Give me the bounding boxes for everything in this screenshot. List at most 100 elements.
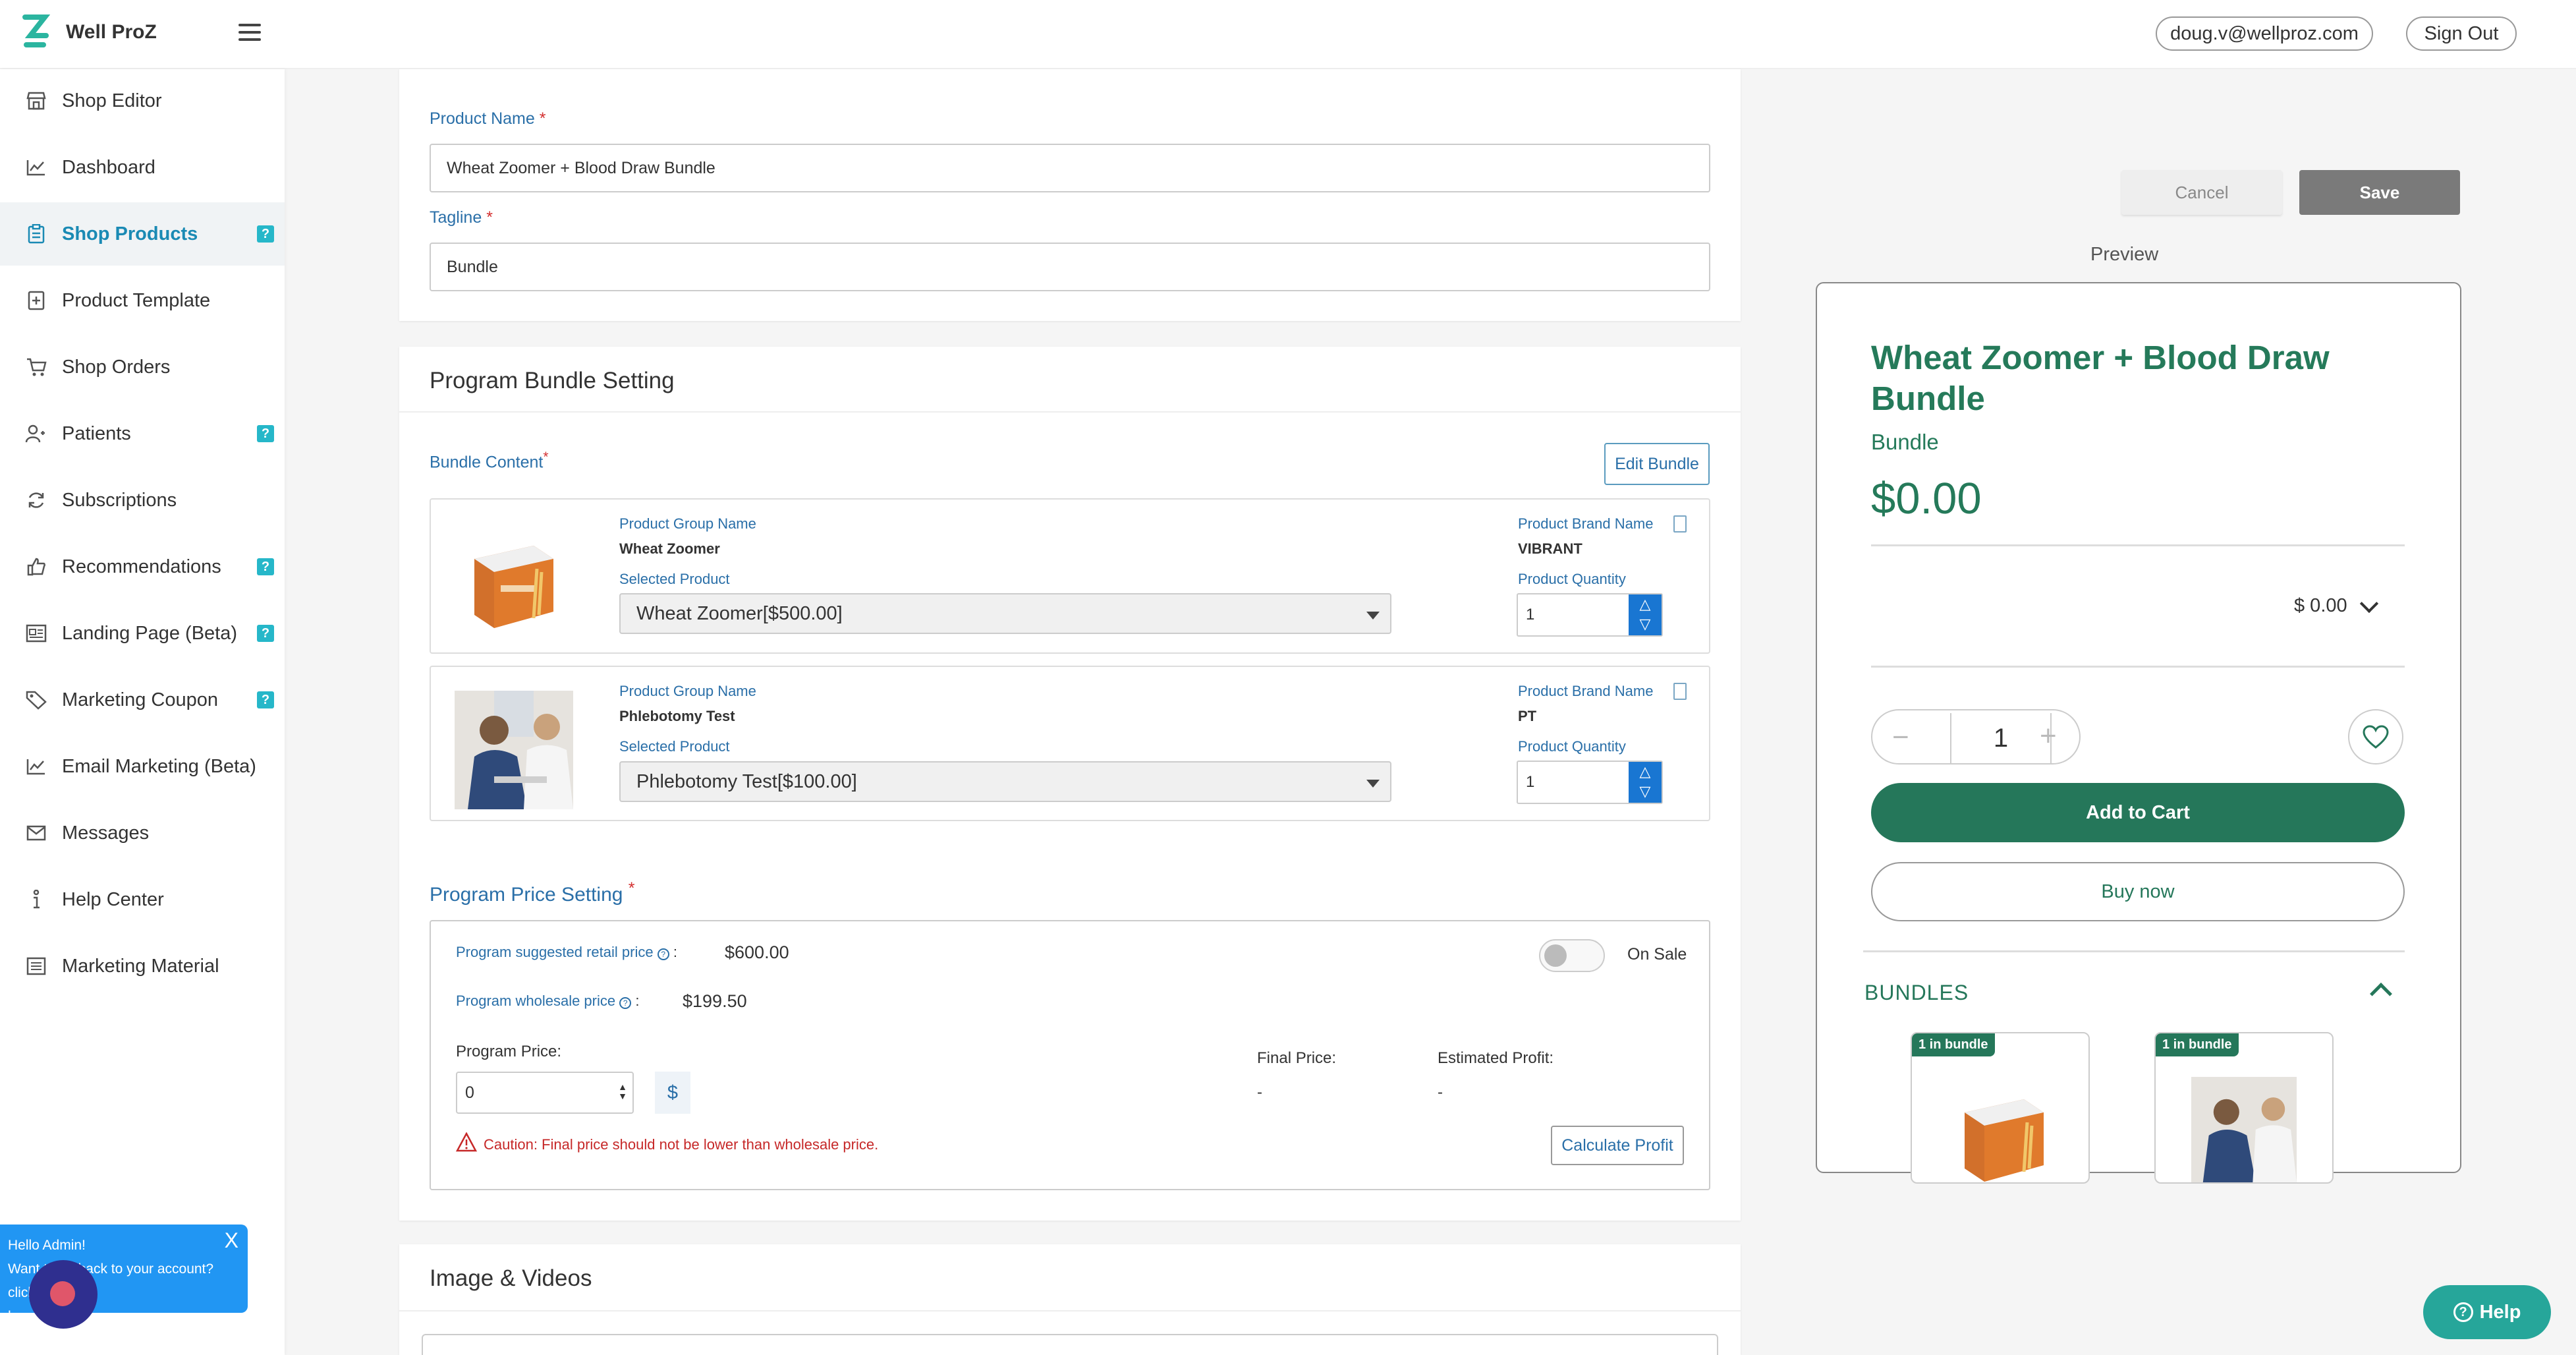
info-circle-icon[interactable]: ? xyxy=(619,997,632,1009)
preview-price: $0.00 xyxy=(1871,474,1982,523)
brand-name-value: VIBRANT xyxy=(1518,540,1582,557)
storefront-icon xyxy=(25,90,47,112)
info-circle-icon[interactable]: ? xyxy=(657,948,669,960)
selected-product-label: Selected Product xyxy=(619,571,730,587)
bundle-thumbnail[interactable]: 1 in bundle xyxy=(2154,1032,2334,1184)
on-sale-label: On Sale xyxy=(1627,945,1687,964)
cancel-button[interactable]: Cancel xyxy=(2121,170,2282,215)
sidebar-item-label: Shop Editor xyxy=(62,90,162,111)
sidebar-item-subscriptions[interactable]: Subscriptions xyxy=(0,469,285,532)
sidebar-item-label: Shop Orders xyxy=(62,356,171,378)
sidebar-item-shop-orders[interactable]: Shop Orders xyxy=(0,335,285,399)
sidebar-item-product-template[interactable]: Product Template xyxy=(0,269,285,332)
edit-bundle-button[interactable]: Edit Bundle xyxy=(1604,443,1710,485)
bundle-thumbnail[interactable]: 1 in bundle xyxy=(1911,1032,2090,1184)
wheat-zoomer-product-image xyxy=(474,546,553,628)
quantity-value[interactable]: 1 xyxy=(1950,713,2052,763)
minus-icon[interactable]: − xyxy=(1892,721,1909,754)
help-button[interactable]: ? Help xyxy=(2423,1285,2551,1339)
close-icon[interactable]: X xyxy=(225,1228,238,1252)
sidebar-item-shop-products[interactable]: Shop Products ? xyxy=(0,202,285,266)
section-divider xyxy=(399,1310,1741,1312)
preview-divider xyxy=(1871,666,2405,668)
sidebar-item-marketing-material[interactable]: Marketing Material xyxy=(0,935,285,998)
landing-page-icon xyxy=(25,622,47,645)
spinner-arrows-icon[interactable]: △ ▽ xyxy=(1629,762,1662,803)
preview-tagline: Bundle xyxy=(1871,430,1939,454)
sidebar-item-recommendations[interactable]: Recommendations ? xyxy=(0,535,285,598)
mail-icon xyxy=(25,822,47,844)
user-email-button[interactable]: doug.v@wellproz.com xyxy=(2156,16,2373,51)
buy-now-button[interactable]: Buy now xyxy=(1871,862,2405,921)
selected-product-select[interactable]: Wheat Zoomer[$500.00] xyxy=(619,593,1391,634)
media-upload-area[interactable] xyxy=(422,1334,1718,1355)
warning-icon xyxy=(456,1132,477,1152)
sidebar-item-label: Dashboard xyxy=(62,156,155,178)
group-name-value: Wheat Zoomer xyxy=(619,540,720,557)
brand-name-label: Product Brand Name xyxy=(1518,683,1654,699)
product-name-input[interactable]: Wheat Zoomer + Blood Draw Bundle xyxy=(430,144,1710,192)
sidebar-item-email-marketing[interactable]: Email Marketing (Beta) xyxy=(0,735,285,798)
template-icon xyxy=(25,289,47,312)
sidebar-item-patients[interactable]: Patients ? xyxy=(0,402,285,465)
chart-line-icon xyxy=(25,156,47,179)
sidebar-item-dashboard[interactable]: Dashboard xyxy=(0,136,285,199)
program-price-input[interactable]: 0 ▲ ▼ xyxy=(456,1072,634,1114)
trash-icon[interactable] xyxy=(1673,683,1687,700)
save-button[interactable]: Save xyxy=(2299,170,2460,215)
wheat-zoomer-product-image xyxy=(1965,1099,2044,1182)
estimated-profit-value: - xyxy=(1438,1083,1443,1101)
chat-greeting: Hello Admin! xyxy=(8,1238,86,1253)
chart-line-icon xyxy=(25,755,47,778)
wholesale-price-value: $199.50 xyxy=(683,991,747,1011)
tagline-input[interactable]: Bundle xyxy=(430,243,1710,291)
sidebar-item-shop-editor[interactable]: Shop Editor xyxy=(0,69,285,132)
sidebar-item-landing-page[interactable]: Landing Page (Beta) ? xyxy=(0,602,285,665)
sidebar-item-label: Patients xyxy=(62,422,131,444)
help-badge-icon[interactable]: ? xyxy=(257,558,274,575)
plus-icon[interactable]: + xyxy=(2040,720,2057,753)
sidebar-item-label: Help Center xyxy=(62,888,164,910)
help-badge-icon[interactable]: ? xyxy=(257,425,274,442)
help-badge-icon[interactable]: ? xyxy=(257,225,274,243)
wishlist-button[interactable] xyxy=(2348,709,2403,764)
recording-dot-icon xyxy=(50,1281,75,1306)
users-icon xyxy=(25,422,47,445)
sign-out-button[interactable]: Sign Out xyxy=(2406,16,2517,51)
sidebar-item-marketing-coupon[interactable]: Marketing Coupon ? xyxy=(0,668,285,732)
sidebar-item-label: Subscriptions xyxy=(62,489,177,511)
variant-price-select[interactable]: $ 0.00 xyxy=(2294,595,2347,617)
sidebar-item-messages[interactable]: Messages xyxy=(0,801,285,865)
preview-product-title: Wheat Zoomer + Blood Draw Bundle xyxy=(1871,339,2330,417)
bundle-count-badge: 1 in bundle xyxy=(2156,1033,2239,1056)
brand-logo-icon[interactable] xyxy=(21,12,50,53)
wholesale-price-label: Program wholesale price ? : xyxy=(456,993,640,1009)
bundle-count-badge: 1 in bundle xyxy=(1912,1033,1995,1056)
on-sale-toggle[interactable] xyxy=(1539,939,1605,972)
add-to-cart-button[interactable]: Add to Cart xyxy=(1871,783,2405,842)
phlebotomy-product-image xyxy=(2191,1077,2297,1182)
bundle-content-label: Bundle Content* xyxy=(430,449,549,472)
image-videos-title: Image & Videos xyxy=(430,1265,592,1291)
selected-product-select[interactable]: Phlebotomy Test[$100.00] xyxy=(619,761,1391,802)
preview-quantity-stepper: − 1 + xyxy=(1871,709,2081,764)
sidebar-item-label: Recommendations xyxy=(62,556,221,577)
hamburger-menu-icon[interactable] xyxy=(238,24,261,42)
number-spinner-icon[interactable]: ▲ ▼ xyxy=(618,1082,627,1101)
quantity-label: Product Quantity xyxy=(1518,571,1626,587)
brand-name-label: Product Brand Name xyxy=(1518,515,1654,532)
sidebar-item-label: Marketing Material xyxy=(62,955,219,977)
help-badge-icon[interactable]: ? xyxy=(257,625,274,642)
calculate-profit-button[interactable]: Calculate Profit xyxy=(1551,1126,1684,1165)
sidebar-item-help-center[interactable]: Help Center xyxy=(0,868,285,931)
trash-icon[interactable] xyxy=(1673,515,1687,533)
bundles-heading: BUNDLES xyxy=(1864,981,1969,1004)
spinner-arrows-icon[interactable]: △ ▽ xyxy=(1629,594,1662,635)
help-badge-icon[interactable]: ? xyxy=(257,691,274,708)
caret-down-icon xyxy=(1366,780,1380,788)
preview-label: Preview xyxy=(2090,244,2159,265)
quantity-stepper[interactable]: 1 △ ▽ xyxy=(1517,761,1663,804)
sidebar-item-label: Email Marketing (Beta) xyxy=(62,755,256,777)
tag-icon xyxy=(25,689,47,711)
quantity-stepper[interactable]: 1 △ ▽ xyxy=(1517,593,1663,637)
